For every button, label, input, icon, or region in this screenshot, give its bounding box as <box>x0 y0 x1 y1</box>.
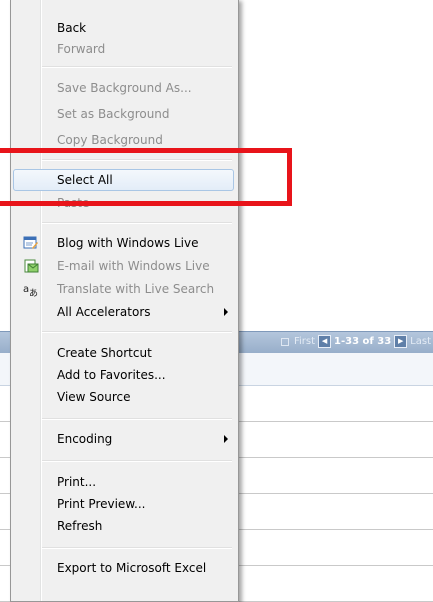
menu-item-set-background[interactable]: Set as Background <box>13 103 234 125</box>
menu-item-label: Set as Background <box>57 107 170 121</box>
menu-item-label: Export to Microsoft Excel <box>57 561 207 575</box>
translate-icon: a あ <box>23 284 38 297</box>
context-menu: Back Forward Save Background As... Set a… <box>10 0 239 602</box>
menu-item-label: Print Preview... <box>57 497 146 511</box>
submenu-arrow-icon <box>224 435 228 443</box>
menu-item-encoding[interactable]: Encoding <box>13 428 234 450</box>
highlight-box <box>0 148 292 206</box>
menu-item-email[interactable]: E-mail with Windows Live <box>13 255 234 277</box>
email-icon <box>24 259 39 273</box>
pager-next-icon[interactable]: ▶ <box>394 335 408 348</box>
menu-item-label: Encoding <box>57 432 113 446</box>
pager-info: First ◀ 1-33 of 33 ▶ Last <box>280 335 431 348</box>
menu-item-label: Refresh <box>57 519 103 533</box>
blog-icon <box>23 236 38 249</box>
submenu-arrow-icon <box>224 308 228 316</box>
menu-item-add-favorites[interactable]: Add to Favorites... <box>13 364 234 386</box>
menu-item-print[interactable]: Print... <box>13 471 234 493</box>
menu-separator <box>42 66 232 68</box>
menu-item-translate[interactable]: a あ Translate with Live Search <box>13 278 234 300</box>
menu-item-back[interactable]: Back <box>13 17 234 39</box>
svg-text:あ: あ <box>29 288 38 297</box>
pager-first-link[interactable]: First <box>294 336 315 347</box>
menu-item-export-excel[interactable]: Export to Microsoft Excel <box>13 557 234 579</box>
menu-item-label: E-mail with Windows Live <box>57 259 210 273</box>
menu-item-blog[interactable]: Blog with Windows Live <box>13 232 234 254</box>
menu-item-label: All Accelerators <box>57 305 151 319</box>
menu-item-save-background[interactable]: Save Background As... <box>13 77 234 99</box>
menu-item-refresh[interactable]: Refresh <box>13 515 234 537</box>
menu-item-forward[interactable]: Forward <box>13 38 234 60</box>
menu-item-label: Translate with Live Search <box>57 282 215 296</box>
pager-range: 1-33 of 33 <box>334 336 392 347</box>
menu-item-view-source[interactable]: View Source <box>13 386 234 408</box>
menu-item-print-preview[interactable]: Print Preview... <box>13 493 234 515</box>
menu-item-label: View Source <box>57 390 131 404</box>
menu-separator <box>42 460 232 462</box>
menu-separator <box>42 418 232 420</box>
menu-separator <box>42 547 232 549</box>
menu-item-label: Save Background As... <box>57 81 192 95</box>
menu-item-label: Add to Favorites... <box>57 368 166 382</box>
menu-separator <box>42 222 232 224</box>
menu-item-create-shortcut[interactable]: Create Shortcut <box>13 342 234 364</box>
menu-item-label: Back <box>57 21 87 35</box>
menu-separator <box>42 331 232 333</box>
menu-item-label: Create Shortcut <box>57 346 152 360</box>
pager-prev-icon[interactable]: ◀ <box>318 335 332 348</box>
menu-item-label: Print... <box>57 475 97 489</box>
pager-last-link[interactable]: Last <box>410 336 431 347</box>
menu-item-all-accelerators[interactable]: All Accelerators <box>13 301 234 323</box>
menu-item-label: Blog with Windows Live <box>57 236 199 250</box>
pager-separator-icon <box>280 337 289 346</box>
menu-item-label: Forward <box>57 42 106 56</box>
